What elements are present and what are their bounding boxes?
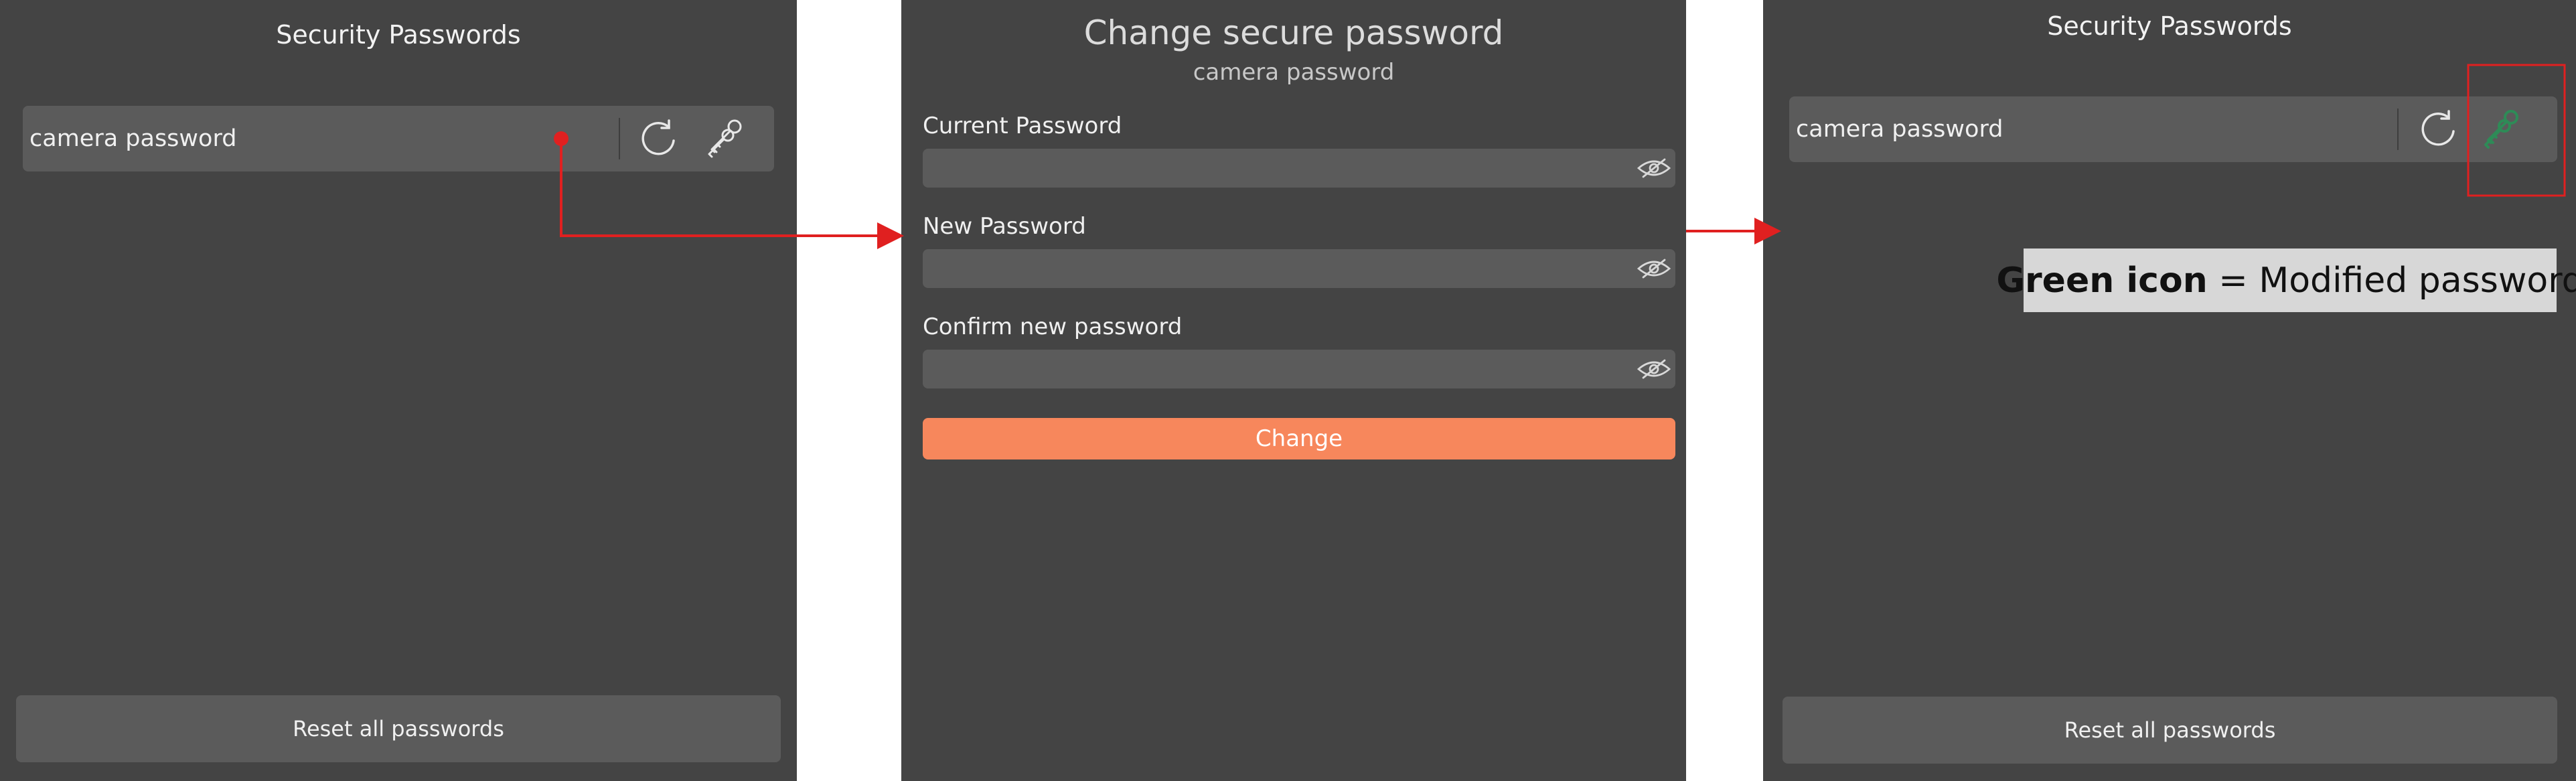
- annotation-callout: Green icon = Modified password: [1996, 248, 2576, 312]
- callout-eq: =: [2207, 260, 2259, 301]
- callout-text: Modified password: [2259, 260, 2576, 301]
- callout-bold: Green icon: [1996, 260, 2208, 301]
- highlight-box: [2467, 64, 2566, 197]
- annotation-overlay: [554, 64, 2566, 249]
- annotation-arrow-left: [560, 139, 904, 249]
